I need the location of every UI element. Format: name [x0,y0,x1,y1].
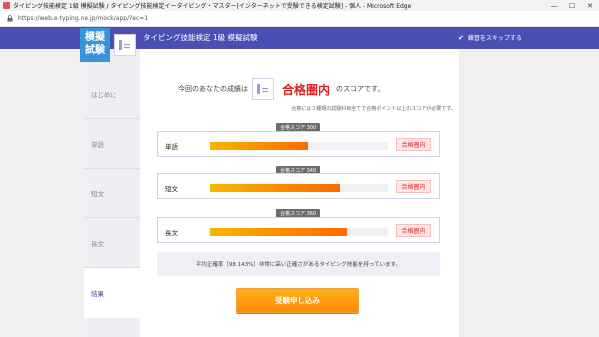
checkmark-icon: ✔ [458,33,464,42]
result-summary: 今回のあなたの成績は 合格圏内 のスコアです。 [178,78,384,100]
skip-practice-label: 練習をスキップする [467,35,522,42]
pass-requirement-note: 合格には３種類の試験科目全てで合格ポイント以上のスコアが必要です。 [0,105,599,112]
logo-line-2: 試験 [85,45,105,56]
rank-card-icon [252,78,274,100]
sidebar-item-label: 短文 [91,189,104,198]
sidebar-item-long-text[interactable]: 長文 [84,218,140,268]
window-titlebar: タイピング技能検定 1級 模擬試験 / タイピング技能検定イータイピング・マスタ… [0,0,599,11]
app-favicon-icon [3,2,10,9]
sidebar-item-label: 長文 [91,239,104,248]
result-prefix: 今回のあなたの成績は [178,85,248,93]
score-bar-fill [210,184,340,192]
score-row-long-text: 長文 合格圏内 [157,217,440,243]
status-badge: 合格圏内 [396,138,431,151]
maximize-button[interactable]: ☐ [563,0,581,11]
url-text[interactable]: https://web.e-typing.ne.jp/mock/app/?ec=… [18,15,148,22]
result-outcome: 合格圏内 [282,82,331,97]
status-badge: 合格圏内 [396,224,431,237]
pass-requirement-text: 合格には３種類の試験科目全てで合格ポイント以上のスコアが必要です。 [291,106,456,112]
sidebar-item-words[interactable]: 単語 [84,119,140,169]
skip-practice-toggle[interactable]: ✔ 練習をスキップする [458,33,522,43]
score-label: 長文 [165,229,178,237]
lock-icon [6,15,14,23]
sidebar-item-result[interactable]: 結果 [84,268,140,318]
sidebar-item-label: 単語 [91,140,104,149]
score-bar-track [210,142,388,150]
status-badge: 合格圏内 [396,180,431,193]
grade-card-icon [114,34,136,56]
score-label: 短文 [165,185,178,193]
mock-exam-logo: 模擬 試験 [80,28,110,62]
close-button[interactable]: ✕ [581,0,599,11]
window-title: タイピング技能検定 1級 模擬試験 / タイピング技能検定イータイピング・マスタ… [13,3,412,10]
score-row-short-text: 短文 合格圏内 [157,173,440,199]
result-suffix: のスコアです。 [336,85,385,93]
apply-exam-button[interactable]: 受験申し込み [236,288,359,313]
sidebar-item-label: はじめに [91,90,117,99]
address-bar[interactable]: https://web.e-typing.ne.jp/mock/app/?ec=… [0,11,599,27]
page-title: タイピング技能検定 1級 模擬試験 [143,33,258,42]
score-bar-track [210,184,388,192]
score-bar-fill [210,228,348,236]
sidebar-item-label: 結果 [91,290,104,298]
minimize-button[interactable]: — [545,0,563,11]
score-label: 単語 [165,143,178,151]
score-bar-fill [210,142,308,150]
score-row-words: 単語 合格圏内 [157,131,440,157]
score-bar-track [210,228,388,236]
accuracy-summary: 平均正確率［98.143%］非常に高い正確さがあるタイピング技能を持っています。 [157,252,440,276]
sidebar-item-short-text[interactable]: 短文 [84,168,140,218]
logo-line-1: 模擬 [85,32,105,43]
